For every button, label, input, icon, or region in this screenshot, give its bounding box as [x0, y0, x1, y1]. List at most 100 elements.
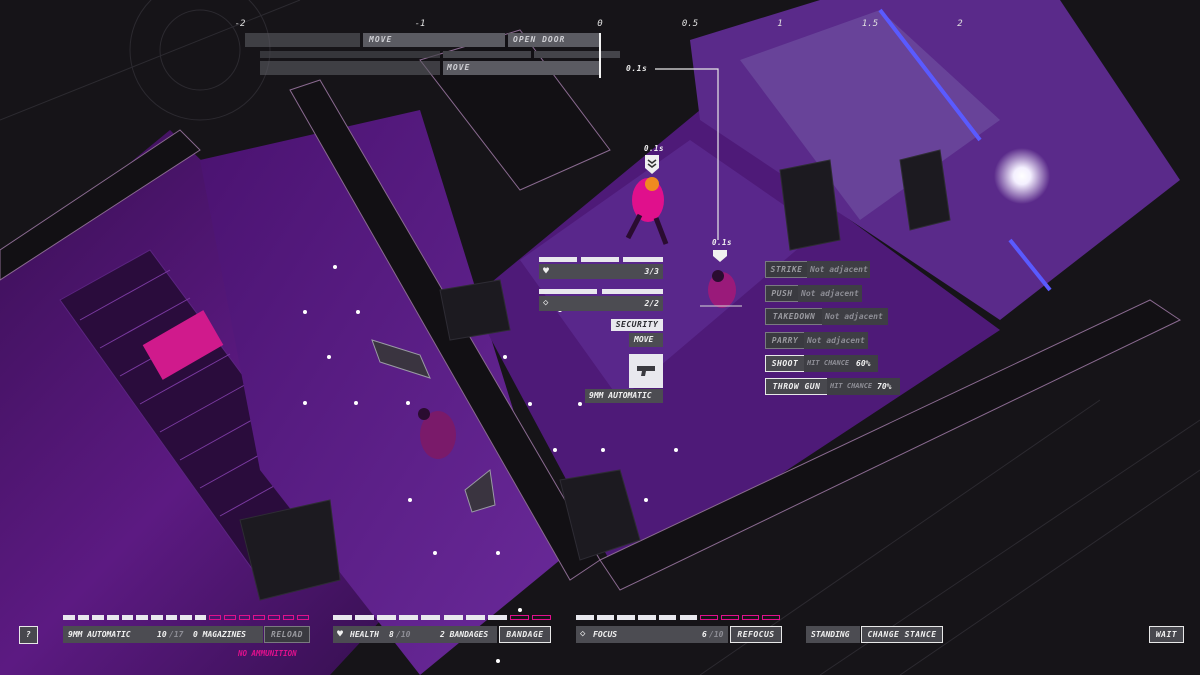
pip-empty	[720, 615, 739, 620]
health-status-bar: ♥ HEALTH 8 /10 2 BANDAGES	[333, 626, 497, 643]
takedown-status: Not adjacent	[822, 308, 888, 325]
timeline-current-marker	[599, 33, 601, 78]
timeline-time-label: 0.1s	[626, 64, 648, 73]
focus-max: /10	[709, 630, 724, 639]
timeline-tick: 1	[777, 19, 783, 29]
pip-filled	[106, 615, 119, 620]
timeline-tick: 1.5	[861, 19, 879, 29]
pip-filled	[355, 615, 375, 620]
heart-icon: ♥	[337, 629, 344, 640]
stance-status: STANDING	[806, 626, 860, 643]
pip-filled	[165, 615, 178, 620]
pip-filled	[465, 615, 485, 620]
diamond-icon: ◇	[543, 298, 549, 308]
refocus-button[interactable]: REFOCUS	[730, 626, 782, 643]
focus-value: 6	[702, 630, 707, 639]
pip-filled	[121, 615, 134, 620]
focus-status-bar: ◇ FOCUS 6 /10	[576, 626, 728, 643]
pip-filled	[576, 615, 594, 620]
pip-filled	[617, 615, 636, 620]
focus-pips	[576, 615, 780, 622]
wait-button[interactable]: WAIT	[1149, 626, 1184, 643]
pip-filled	[596, 615, 615, 620]
chevron-marker-icon	[713, 250, 727, 262]
pip-empty	[282, 615, 295, 620]
pip-filled	[150, 615, 163, 620]
pip-filled	[658, 615, 677, 620]
shoot-hit-chance: HIT CHANCE 60%	[804, 355, 878, 372]
diamond-icon: ◇	[580, 629, 586, 639]
health-pip	[581, 257, 619, 262]
takedown-button[interactable]: TAKEDOWN	[765, 308, 823, 325]
parry-status: Not adjacent	[804, 332, 868, 349]
target-health-bar: ♥ 3/3	[539, 264, 663, 279]
timeline-tick: -1	[414, 19, 426, 29]
health-pips	[333, 615, 551, 622]
pip-filled	[377, 615, 397, 620]
pip-filled	[443, 615, 463, 620]
pip-filled	[92, 615, 104, 620]
pip-empty	[509, 615, 529, 620]
pip-filled	[136, 615, 148, 620]
timeline-segment	[534, 51, 620, 58]
ammo-max: /17	[169, 630, 184, 639]
pip-empty	[762, 615, 780, 620]
pip-empty	[297, 615, 309, 620]
pip-filled	[77, 615, 90, 620]
magazine-count: 0 MAGAZINES	[193, 630, 246, 639]
parry-button[interactable]: PARRY	[765, 332, 805, 349]
pip-empty	[224, 615, 236, 620]
pip-filled	[333, 615, 353, 620]
strike-button[interactable]: STRIKE	[765, 261, 808, 278]
throw-gun-button[interactable]: THROW GUN	[765, 378, 828, 395]
armor-pip	[539, 289, 597, 294]
heart-icon: ♥	[543, 266, 550, 277]
pip-filled	[421, 615, 441, 620]
weapon-ammo-pips	[63, 615, 309, 622]
pip-empty	[253, 615, 266, 620]
pip-filled	[63, 615, 75, 620]
game-scene	[0, 0, 1200, 675]
reload-button[interactable]: RELOAD	[264, 626, 310, 643]
ammo-count: 10	[157, 630, 167, 639]
timeline-tick: 0	[597, 19, 603, 29]
timeline-segment-move[interactable]: MOVE	[363, 33, 505, 47]
help-button[interactable]: ?	[19, 626, 38, 644]
pip-filled	[487, 615, 507, 620]
timeline-segment	[260, 51, 440, 58]
timeline-segment	[245, 33, 360, 47]
target-health-value: 3/3	[644, 267, 659, 276]
pip-empty	[238, 615, 251, 620]
weapon-name: 9MM AUTOMATIC	[68, 630, 131, 639]
timeline-segment	[443, 51, 531, 58]
change-stance-button[interactable]: CHANGE STANCE	[861, 626, 943, 643]
no-ammo-warning: NO AMMUNITION	[238, 649, 297, 658]
pistol-icon	[629, 354, 663, 388]
shoot-button[interactable]: SHOOT	[765, 355, 805, 372]
timeline-tick: -2	[234, 19, 246, 29]
health-value: 8	[389, 630, 394, 639]
weapon-status-bar: 9MM AUTOMATIC 10 /17 0 MAGAZINES	[63, 626, 263, 643]
timeline-segment-open-door[interactable]: OPEN DOOR	[508, 33, 599, 47]
pip-empty	[700, 615, 718, 620]
timeline-segment-move[interactable]: MOVE	[443, 61, 599, 75]
timeline-segment	[260, 61, 440, 75]
health-max: /10	[396, 630, 411, 639]
pip-empty	[741, 615, 760, 620]
chevron-rank-icon	[645, 155, 659, 174]
target-action-tag: MOVE	[629, 333, 663, 347]
target-faction-tag: SECURITY	[611, 319, 663, 331]
focus-label: FOCUS	[593, 630, 618, 639]
push-status: Not adjacent	[798, 285, 862, 302]
bandage-button[interactable]: BANDAGE	[499, 626, 551, 643]
pip-empty	[209, 615, 222, 620]
pip-filled	[638, 615, 656, 620]
push-button[interactable]: PUSH	[765, 285, 799, 302]
target-armor-bar: ◇ 2/2	[539, 296, 663, 311]
pip-filled	[399, 615, 419, 620]
pip-empty	[531, 615, 551, 620]
health-pip	[623, 257, 663, 262]
strike-status: Not adjacent	[807, 261, 870, 278]
throw-gun-hit-chance: HIT CHANCE 70%	[827, 378, 900, 395]
timeline-tick: 2	[957, 19, 963, 29]
